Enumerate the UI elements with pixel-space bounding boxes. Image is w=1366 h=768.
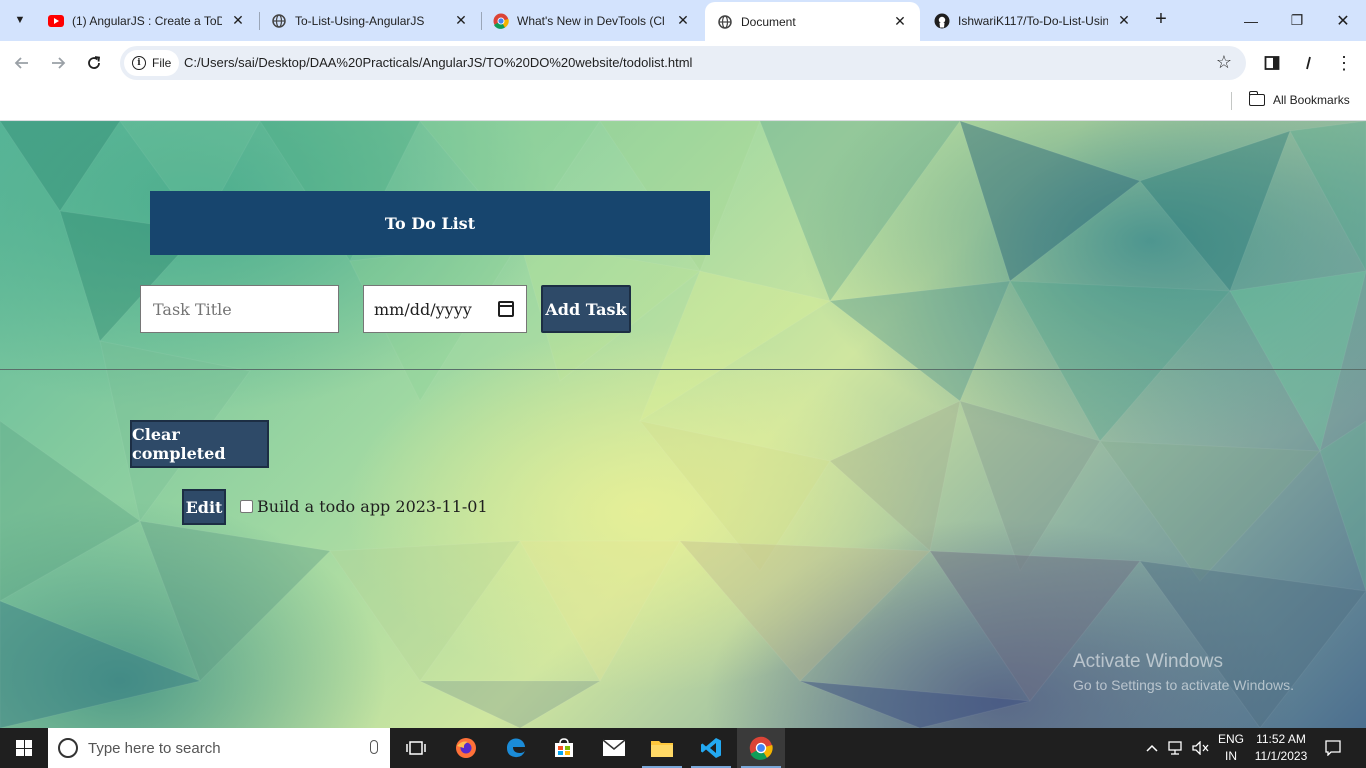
minimize-icon[interactable]: — [1228,0,1274,41]
system-clock[interactable]: 11:52 AM 11/1/2023 [1248,731,1314,765]
volume-muted-icon[interactable] [1190,728,1212,768]
bookmarks-bar: All Bookmarks [0,85,1366,121]
region-code: IN [1225,749,1237,763]
chrome-icon [493,13,509,29]
new-tab-plus-icon[interactable]: + [1150,8,1172,32]
tab-search-chevron-icon[interactable]: ▼ [8,8,32,32]
globe-icon [271,13,287,29]
edge-icon[interactable] [492,728,540,768]
calendar-icon[interactable] [498,301,514,317]
browser-toolbar: i File C:/Users/sai/Desktop/DAA%20Practi… [0,41,1366,85]
microphone-icon[interactable] [370,740,378,754]
youtube-icon [48,13,64,29]
site-info-label: File [152,56,172,70]
url-text[interactable]: C:/Users/sai/Desktop/DAA%20Practicals/An… [184,55,692,70]
side-panel-icon[interactable] [1260,51,1284,75]
edit-todo-button[interactable]: Edit [182,489,226,525]
vscode-icon[interactable] [687,728,735,768]
clock-date: 11/1/2023 [1254,749,1308,763]
list-item: Build a todo app 2023-11-01 [240,497,488,516]
tab-document-active[interactable]: Document ✕ [705,2,920,41]
folder-icon [1248,91,1265,106]
reload-icon[interactable] [80,49,108,77]
tab-title: To-List-Using-AngularJS [295,13,425,28]
tab-angular-repo[interactable]: To-List-Using-AngularJS ✕ [259,0,481,41]
chrome-taskbar-icon[interactable] [737,728,785,768]
page-title: To Do List [150,191,710,255]
tab-title: What's New in DevTools (Cl [517,13,665,28]
extension-pen-icon[interactable] [1296,51,1320,75]
firefox-icon[interactable] [442,728,490,768]
language-indicator[interactable]: ENG IN [1214,731,1248,765]
start-button[interactable] [0,728,48,768]
more-menu-icon[interactable]: ⋮ [1332,51,1356,75]
add-task-button[interactable]: Add Task [541,285,631,333]
bookmark-star-icon[interactable]: ☆ [1216,52,1232,73]
info-icon: i [132,56,146,70]
tab-strip: ▼ (1) AngularJS : Create a ToD ✕ To-List… [0,0,1366,41]
search-circle-icon [58,738,78,758]
forward-arrow-icon[interactable] [44,49,72,77]
close-tab-icon[interactable]: ✕ [230,12,246,29]
watermark-title: Activate Windows [1073,651,1223,672]
date-placeholder: mm/dd/yyyy [374,299,472,319]
close-tab-icon[interactable]: ✕ [1116,12,1132,29]
close-tab-icon[interactable]: ✕ [675,12,691,29]
tab-youtube[interactable]: (1) AngularJS : Create a ToD ✕ [36,0,258,41]
task-view-icon[interactable] [392,728,440,768]
taskbar-search-box[interactable]: Type here to search [48,728,390,768]
tab-devtools[interactable]: What's New in DevTools (Cl ✕ [481,0,703,41]
todo-app: To Do List Task Title mm/dd/yyyy Add Tas… [0,121,1366,728]
address-bar[interactable]: i File C:/Users/sai/Desktop/DAA%20Practi… [120,46,1246,80]
tab-title: Document [741,14,796,29]
network-icon[interactable] [1166,728,1188,768]
file-explorer-icon[interactable] [638,728,686,768]
close-window-icon[interactable]: ✕ [1320,0,1366,41]
site-info-chip[interactable]: i File [124,50,180,76]
tray-chevron-up-icon[interactable] [1142,728,1162,768]
globe-icon [717,14,733,30]
notifications-icon[interactable] [1322,728,1344,768]
due-date-input[interactable]: mm/dd/yyyy [363,285,527,333]
clear-completed-button[interactable]: Clear completed [130,420,269,468]
taskbar: Type here to search ENG IN 11:52 AM 11/1… [0,728,1366,768]
task-title-input[interactable]: Task Title [140,285,339,333]
restore-icon[interactable]: ❐ [1274,0,1320,41]
all-bookmarks-label: All Bookmarks [1273,93,1350,107]
search-placeholder: Type here to search [88,739,221,757]
tab-github[interactable]: IshwariK117/To-Do-List-Usin ✕ [922,0,1144,41]
page-viewport: To Do List Task Title mm/dd/yyyy Add Tas… [0,121,1366,728]
todo-text: Build a todo app 2023-11-01 [257,497,488,516]
store-icon[interactable] [540,728,588,768]
language-code: ENG [1217,732,1244,746]
github-icon [934,13,950,29]
back-arrow-icon[interactable] [8,49,36,77]
clock-time: 11:52 AM [1256,732,1306,746]
all-bookmarks-button[interactable]: All Bookmarks [1248,91,1350,107]
activate-windows-watermark: Activate Windows Go to Settings to activ… [1073,651,1294,693]
bookmarks-separator [1231,92,1232,110]
watermark-subtitle: Go to Settings to activate Windows. [1073,677,1294,693]
windows-logo-icon [16,740,32,756]
mail-icon[interactable] [590,728,638,768]
close-tab-icon[interactable]: ✕ [892,13,908,30]
horizontal-rule [0,369,1366,370]
tab-title: (1) AngularJS : Create a ToD [72,13,222,28]
todo-checkbox[interactable] [240,500,253,513]
close-tab-icon[interactable]: ✕ [453,12,469,29]
tab-title: IshwariK117/To-Do-List-Usin [958,13,1108,28]
